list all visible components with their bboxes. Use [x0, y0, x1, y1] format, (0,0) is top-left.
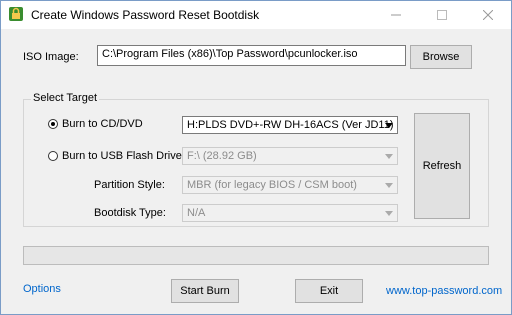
iso-image-label: ISO Image: — [23, 51, 79, 63]
options-link[interactable]: Options — [23, 283, 61, 295]
burn-progress-bar — [23, 246, 489, 265]
burn-cd-label[interactable]: Burn to CD/DVD — [62, 118, 143, 130]
maximize-button[interactable] — [419, 1, 465, 29]
usb-drive-value: F:\ (28.92 GB) — [187, 150, 257, 162]
cd-drive-value: H:PLDS DVD+-RW DH-16ACS (Ver JD11) — [187, 119, 394, 131]
minimize-icon — [391, 14, 401, 16]
bootdisk-type-value: N/A — [187, 207, 206, 219]
burn-usb-label[interactable]: Burn to USB Flash Drive — [62, 150, 182, 162]
title-bar[interactable]: Create Windows Password Reset Bootdisk — [1, 1, 511, 29]
burn-cd-radio[interactable] — [48, 119, 58, 129]
website-link[interactable]: www.top-password.com — [386, 285, 502, 297]
chevron-down-icon — [381, 177, 397, 193]
bootdisk-type-select[interactable]: N/A — [182, 204, 398, 222]
exit-button[interactable]: Exit — [295, 279, 363, 303]
close-button[interactable] — [465, 1, 511, 29]
minimize-button[interactable] — [373, 1, 419, 29]
chevron-down-icon — [381, 148, 397, 164]
partition-style-value: MBR (for legacy BIOS / CSM boot) — [187, 179, 357, 191]
close-icon — [483, 10, 493, 20]
chevron-down-icon — [381, 205, 397, 221]
browse-button[interactable]: Browse — [410, 45, 472, 69]
main-window: Create Windows Password Reset Bootdisk I… — [0, 0, 512, 315]
maximize-icon — [437, 10, 447, 20]
burn-usb-radio[interactable] — [48, 151, 58, 161]
refresh-button[interactable]: Refresh — [414, 113, 470, 219]
window-title: Create Windows Password Reset Bootdisk — [31, 8, 260, 22]
cd-drive-select[interactable]: H:PLDS DVD+-RW DH-16ACS (Ver JD11) — [182, 116, 398, 134]
partition-style-select[interactable]: MBR (for legacy BIOS / CSM boot) — [182, 176, 398, 194]
bootdisk-type-label: Bootdisk Type: — [94, 207, 166, 219]
app-icon — [9, 7, 23, 21]
partition-style-label: Partition Style: — [94, 179, 165, 191]
select-target-legend: Select Target — [31, 92, 100, 104]
usb-drive-select[interactable]: F:\ (28.92 GB) — [182, 147, 398, 165]
chevron-down-icon — [381, 117, 397, 133]
iso-path-field[interactable]: C:\Program Files (x86)\Top Password\pcun… — [97, 45, 406, 66]
start-burn-button[interactable]: Start Burn — [171, 279, 239, 303]
